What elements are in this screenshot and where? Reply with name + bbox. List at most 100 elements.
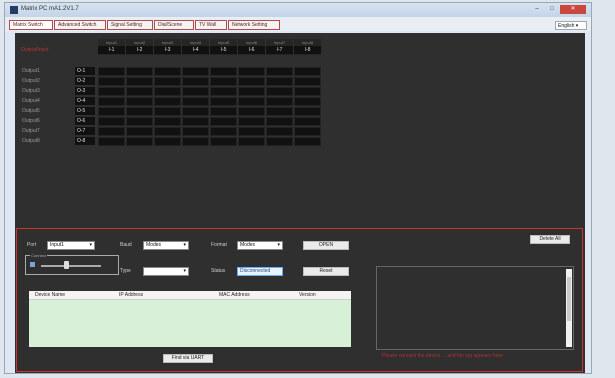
tab-matrix-switch[interactable]: Matrix Switch: [9, 20, 53, 30]
matrix-cell[interactable]: [154, 117, 181, 126]
matrix-cell[interactable]: [154, 107, 181, 116]
tab-tv-wall[interactable]: TV Wall: [195, 20, 227, 30]
matrix-cell[interactable]: [126, 97, 153, 106]
format-select[interactable]: Modes ▾: [237, 241, 283, 250]
input-header: Input1 I-1: [98, 39, 125, 55]
checkbox[interactable]: [30, 262, 35, 267]
matrix-cell[interactable]: [126, 127, 153, 136]
matrix-cell[interactable]: [238, 137, 265, 146]
tab-signal-setting[interactable]: Signal Setting: [107, 20, 153, 30]
language-select[interactable]: English ▾: [555, 21, 587, 30]
matrix-cell[interactable]: [266, 107, 293, 116]
matrix-cell[interactable]: [266, 127, 293, 136]
scrollbar[interactable]: [566, 269, 572, 347]
matrix-cell[interactable]: [294, 107, 321, 116]
matrix-cell[interactable]: [182, 107, 209, 116]
matrix-cell[interactable]: [182, 117, 209, 126]
matrix-cell[interactable]: [294, 67, 321, 76]
matrix-cell[interactable]: [98, 117, 125, 126]
matrix-cell[interactable]: [238, 97, 265, 106]
tab-advanced-switch[interactable]: Advanced Switch: [54, 20, 106, 30]
matrix-cell[interactable]: [266, 67, 293, 76]
matrix-cell[interactable]: [238, 87, 265, 96]
matrix-cell[interactable]: [210, 127, 237, 136]
matrix-cell[interactable]: [266, 77, 293, 86]
matrix-cell[interactable]: [98, 67, 125, 76]
tab-dial-scene[interactable]: Dial/Scene: [154, 20, 194, 30]
slider-track: [41, 265, 101, 267]
matrix-cell[interactable]: [154, 77, 181, 86]
matrix-cell[interactable]: [154, 87, 181, 96]
input-header: Input7 I-7: [266, 39, 293, 55]
open-button[interactable]: OPEN: [303, 241, 349, 250]
minimize-button[interactable]: –: [530, 5, 544, 14]
input-header: Input3 I-3: [154, 39, 181, 55]
baud-select[interactable]: Modes ▾: [143, 241, 189, 250]
matrix-cell[interactable]: [98, 127, 125, 136]
find-device-button[interactable]: Find via UART: [163, 354, 213, 363]
matrix-cell[interactable]: [294, 97, 321, 106]
matrix-cell[interactable]: [154, 97, 181, 106]
matrix-cell[interactable]: [154, 127, 181, 136]
matrix-cell[interactable]: [98, 87, 125, 96]
matrix-cell[interactable]: [126, 107, 153, 116]
matrix-cell[interactable]: [182, 87, 209, 96]
output-label: Output2: [22, 78, 40, 84]
matrix-cell[interactable]: [126, 117, 153, 126]
matrix-cell[interactable]: [238, 67, 265, 76]
matrix-cell[interactable]: [98, 97, 125, 106]
matrix-cell[interactable]: [98, 107, 125, 116]
matrix-panel: Output/Input Input1 I-1 Input2 I-2 Input3 I…: [15, 33, 585, 373]
matrix-cell[interactable]: [126, 87, 153, 96]
matrix-cell[interactable]: [294, 87, 321, 96]
matrix-cell[interactable]: [266, 137, 293, 146]
delete-all-button[interactable]: Delete All: [530, 235, 570, 244]
tab-strip: Matrix Switch Advanced Switch Signal Set…: [5, 17, 591, 31]
matrix-cell[interactable]: [210, 77, 237, 86]
matrix-cell[interactable]: [154, 137, 181, 146]
close-button[interactable]: ✕: [560, 5, 586, 14]
matrix-cell[interactable]: [210, 137, 237, 146]
output-id: O-5: [75, 107, 95, 115]
matrix-cell[interactable]: [210, 87, 237, 96]
input-header: Input2 I-2: [126, 39, 153, 55]
matrix-cell[interactable]: [294, 117, 321, 126]
matrix-cell[interactable]: [154, 67, 181, 76]
matrix-cell[interactable]: [210, 107, 237, 116]
slider-thumb[interactable]: [64, 261, 69, 269]
matrix-cell[interactable]: [182, 67, 209, 76]
matrix-cell[interactable]: [182, 137, 209, 146]
maximize-button[interactable]: □: [545, 5, 559, 14]
matrix-cell[interactable]: [294, 137, 321, 146]
matrix-cell[interactable]: [126, 67, 153, 76]
matrix-cell[interactable]: [238, 117, 265, 126]
matrix-cell[interactable]: [238, 77, 265, 86]
app-window: Matrix PC mA1.2V1.7 – □ ✕ Matrix Switch …: [4, 2, 592, 374]
scrollbar-thumb[interactable]: [567, 277, 571, 321]
matrix-cell[interactable]: [182, 127, 209, 136]
matrix-cell[interactable]: [266, 117, 293, 126]
matrix-cell[interactable]: [126, 137, 153, 146]
matrix-cell[interactable]: [210, 117, 237, 126]
matrix-cell[interactable]: [182, 77, 209, 86]
output-id: O-4: [75, 97, 95, 105]
reset-button[interactable]: Reset: [303, 267, 349, 276]
type-select[interactable]: ▾: [143, 267, 189, 276]
port-select[interactable]: Input1 ▾: [47, 241, 95, 250]
matrix-cell[interactable]: [98, 77, 125, 86]
matrix-cell[interactable]: [294, 127, 321, 136]
matrix-cell[interactable]: [126, 77, 153, 86]
input-header: Input5 I-5: [210, 39, 237, 55]
matrix-cell[interactable]: [210, 97, 237, 106]
log-output: [376, 266, 574, 350]
matrix-cell[interactable]: [294, 77, 321, 86]
matrix-cell[interactable]: [238, 127, 265, 136]
matrix-cell[interactable]: [182, 97, 209, 106]
matrix-cell[interactable]: [266, 97, 293, 106]
matrix-cell[interactable]: [266, 87, 293, 96]
input-header: Input6 I-6: [238, 39, 265, 55]
tab-network-setting[interactable]: Network Setting: [228, 20, 280, 30]
matrix-cell[interactable]: [98, 137, 125, 146]
matrix-cell[interactable]: [238, 107, 265, 116]
matrix-cell[interactable]: [210, 67, 237, 76]
